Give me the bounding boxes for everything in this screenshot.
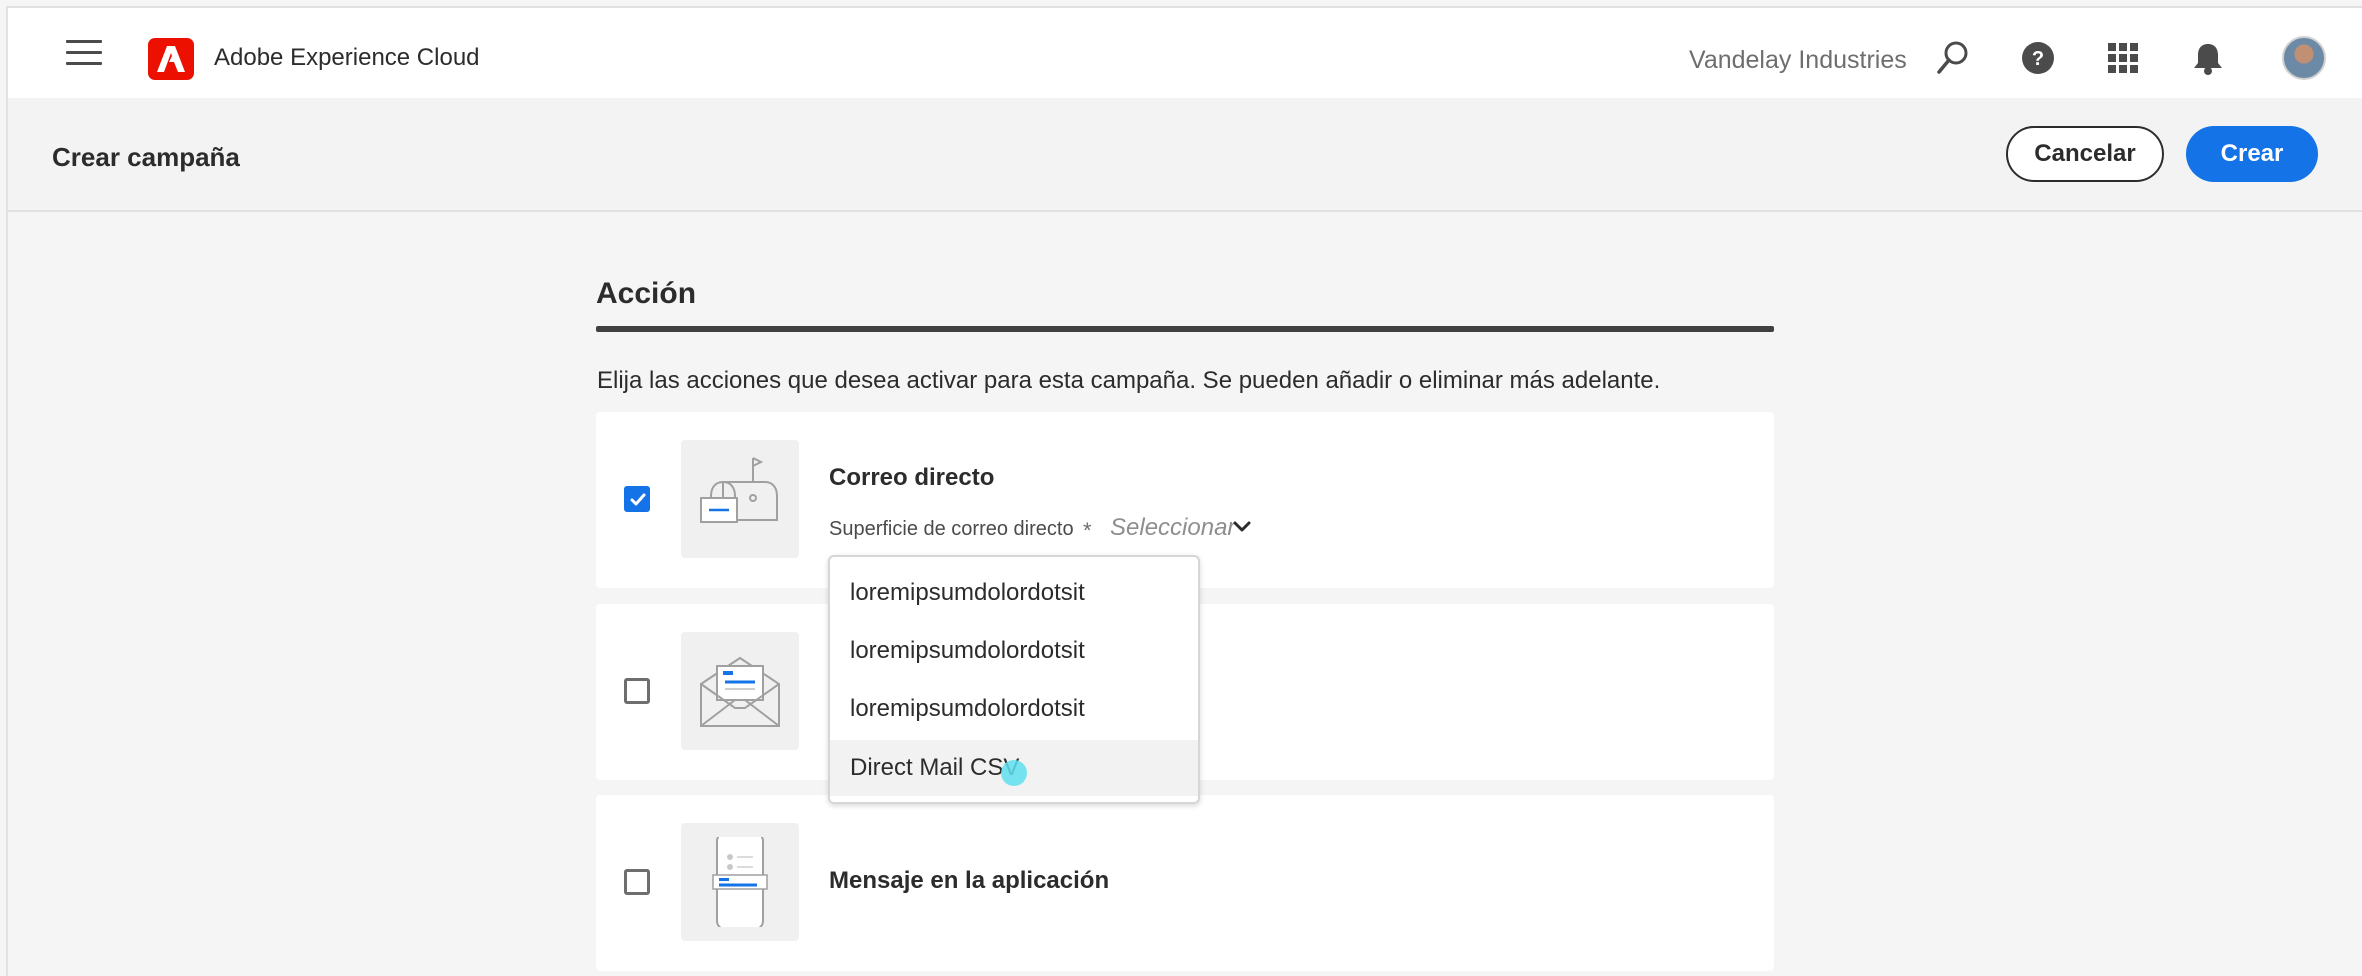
create-button[interactable]: Crear: [2186, 126, 2318, 182]
email-checkbox[interactable]: [624, 678, 650, 704]
action-card-in-app: Mensaje en la aplicación: [596, 795, 1774, 971]
surface-select[interactable]: Seleccionar: [1110, 514, 1235, 542]
dropdown-option[interactable]: loremipsumdolordotsit: [830, 681, 1198, 737]
section-description: Elija las acciones que desea activar par…: [597, 367, 1661, 394]
surface-field-label: Superficie de correo directo: [829, 518, 1074, 540]
search-icon[interactable]: [1933, 38, 1973, 78]
global-nav-bar: Adobe Experience Cloud Vandelay Industri…: [8, 8, 2362, 98]
section-divider: [596, 326, 1774, 332]
avatar[interactable]: [2282, 36, 2326, 80]
dropdown-option[interactable]: loremipsumdolordotsit: [830, 565, 1198, 621]
help-icon[interactable]: ?: [2018, 38, 2058, 78]
action-title: Mensaje en la aplicación: [829, 867, 1110, 894]
dropdown-option[interactable]: loremipsumdolordotsit: [830, 623, 1198, 679]
apps-grid-icon[interactable]: [2103, 38, 2143, 78]
page-title: Crear campaña: [52, 142, 240, 172]
svg-text:?: ?: [2032, 48, 2044, 70]
chevron-down-icon[interactable]: [1232, 520, 1252, 539]
action-title: Correo directo: [829, 464, 995, 491]
bell-icon[interactable]: [2188, 38, 2228, 78]
email-envelope-icon: [681, 632, 799, 750]
menu-icon[interactable]: [66, 40, 102, 70]
in-app-checkbox[interactable]: [624, 869, 650, 895]
required-marker: *: [1083, 518, 1092, 543]
cursor-indicator: [1001, 760, 1027, 786]
direct-mail-checkbox[interactable]: [624, 486, 650, 512]
adobe-logo-icon[interactable]: [148, 38, 194, 80]
org-switcher[interactable]: Vandelay Industries: [1689, 46, 1907, 75]
app-title[interactable]: Adobe Experience Cloud: [214, 44, 480, 72]
page-header: Crear campaña Cancelar Crear: [8, 98, 2362, 212]
section-title: Acción: [596, 277, 697, 310]
mobile-app-icon: [681, 823, 799, 941]
mailbox-icon: [681, 440, 799, 558]
cancel-button[interactable]: Cancelar: [2006, 126, 2164, 182]
